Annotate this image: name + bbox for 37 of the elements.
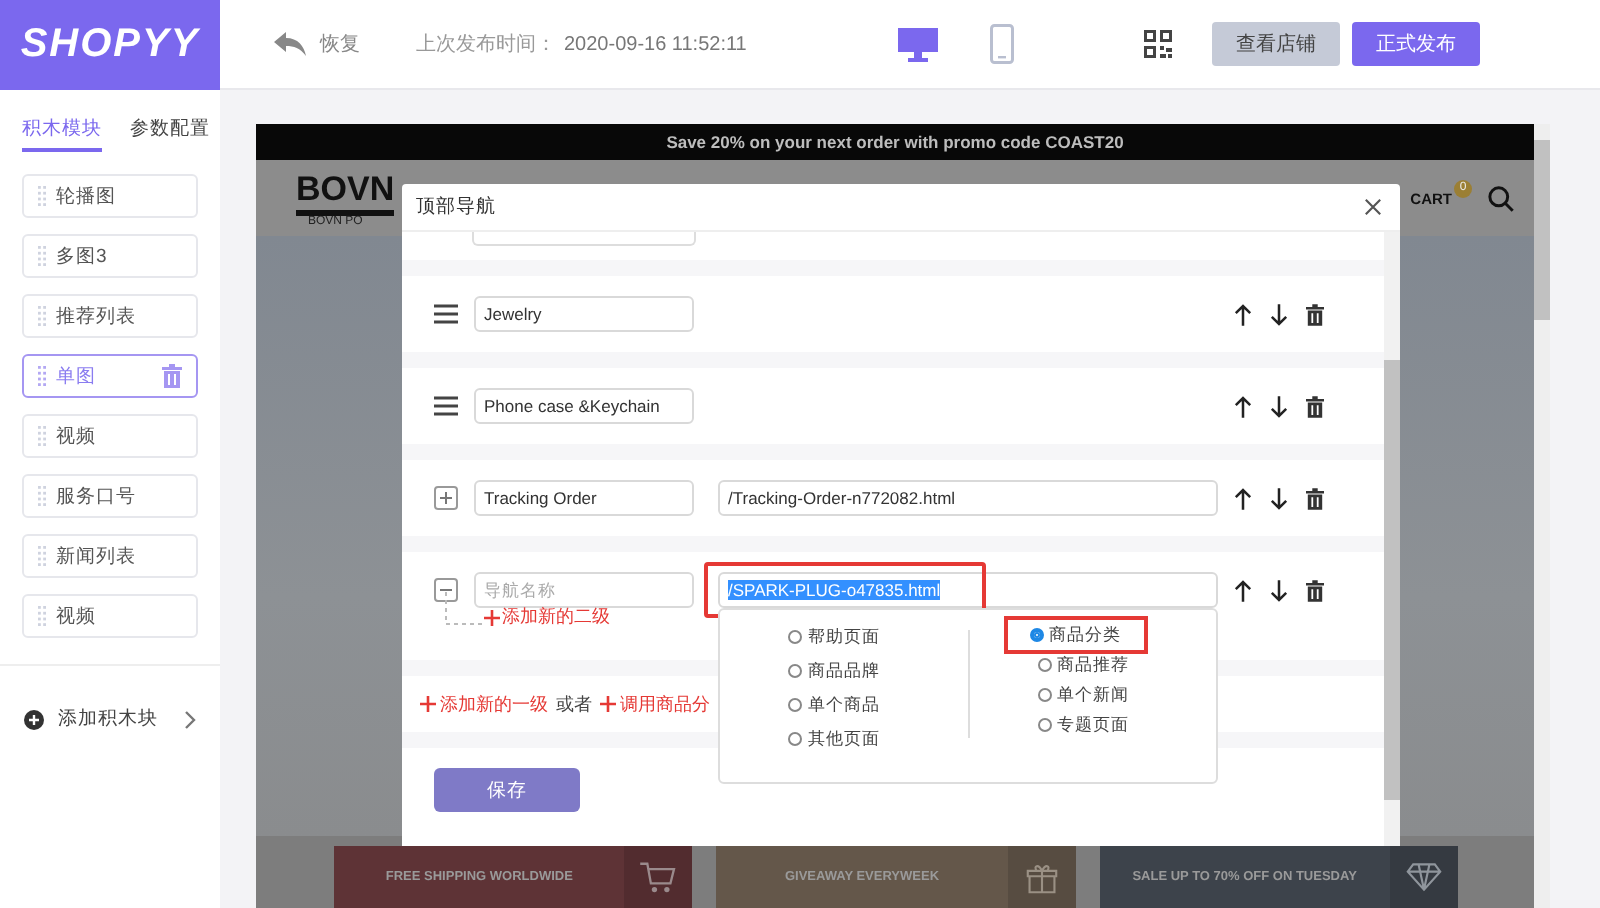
add-block-link[interactable]: 添加积木块 xyxy=(58,706,170,732)
block-item[interactable]: 轮播图 xyxy=(22,174,198,218)
store-logo: BOVN xyxy=(296,169,395,215)
promo-bar: Save 20% on your next order with promo code COAST20 xyxy=(256,124,1534,160)
block-item[interactable]: 推荐列表 xyxy=(22,294,198,338)
sidebar-tab[interactable]: 积木模块 xyxy=(22,116,102,152)
nav-name-field[interactable]: 导航名称 xyxy=(474,572,694,608)
sidebar-tab[interactable]: 参数配置 xyxy=(130,116,210,152)
link-type-option[interactable]: 单个商品 xyxy=(780,690,888,720)
block-item[interactable]: 视频 xyxy=(22,414,198,458)
nav-name-field[interactable]: Jewelry xyxy=(474,296,694,332)
publish-time: 2020-09-16 11:52:11 xyxy=(564,33,747,55)
modal-title: 顶部导航 xyxy=(416,194,498,220)
header-button[interactable]: 查看店铺 xyxy=(1212,22,1340,66)
link-type-option[interactable]: 单个新闻 xyxy=(1029,682,1137,708)
save-button[interactable]: 保存 xyxy=(434,768,580,812)
header-button[interactable]: 正式发布 xyxy=(1352,22,1480,66)
link-type-option[interactable]: 商品分类 xyxy=(1009,622,1141,648)
nav-url-field[interactable]: /Tracking-Order-n772082.html xyxy=(718,480,1218,516)
link-type-option[interactable]: 商品推荐 xyxy=(1029,652,1137,678)
nav-name-field[interactable]: Phone case &Keychain xyxy=(474,388,694,424)
link-type-option[interactable]: 帮助页面 xyxy=(780,622,888,652)
link-type-option[interactable]: 专题页面 xyxy=(1029,712,1137,738)
block-item[interactable]: 新闻列表 xyxy=(22,534,198,578)
block-item[interactable]: 服务口号 xyxy=(22,474,198,518)
link-type-option[interactable]: 其他页面 xyxy=(780,724,888,754)
logo: SHOPYY xyxy=(0,0,220,89)
link-type-option[interactable]: 商品品牌 xyxy=(780,656,888,686)
block-item[interactable]: 多图3 xyxy=(22,234,198,278)
add-top-level-link[interactable]: 添加新的一级 xyxy=(440,691,548,717)
undo-label[interactable]: 恢复 xyxy=(320,30,360,58)
or-text: 或者 xyxy=(556,691,592,717)
block-item[interactable]: 视频 xyxy=(22,594,198,638)
add-child-link[interactable]: 添加新的二级 xyxy=(502,604,610,630)
use-category-link[interactable]: 调用商品分 xyxy=(620,691,710,717)
nav-name-field[interactable]: Tracking Order xyxy=(474,480,694,516)
publish-time-label: 上次发布时间： xyxy=(416,31,556,58)
